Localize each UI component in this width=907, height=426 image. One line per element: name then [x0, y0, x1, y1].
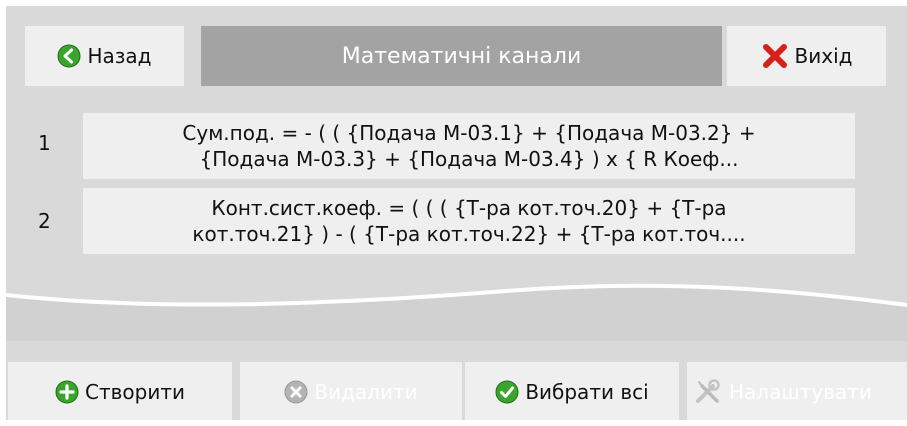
- channel-formula-line: кот.точ.21} ) - ( {Т-ра кот.точ.22} + {Т…: [192, 222, 746, 246]
- create-button-label: Створити: [85, 380, 185, 404]
- delete-button-label: Видалити: [314, 380, 418, 404]
- app-screen: Назад Математичні канали Вихід 1 Сум.под…: [6, 6, 907, 420]
- exit-button[interactable]: Вихід: [727, 26, 886, 86]
- page-title: Математичні канали: [201, 26, 722, 86]
- delete-button[interactable]: Видалити: [240, 362, 462, 420]
- back-button-label: Назад: [87, 44, 152, 68]
- row-number: 2: [38, 209, 51, 233]
- wave-divider: [6, 283, 907, 341]
- row-number: 1: [38, 131, 51, 155]
- delete-icon: [284, 380, 308, 404]
- select-all-button-label: Вибрати всі: [525, 380, 649, 404]
- math-channel-row[interactable]: Сум.под. = - ( ( {Подача М-03.1} + {Пода…: [83, 113, 855, 179]
- exit-button-label: Вихід: [794, 44, 853, 68]
- back-button[interactable]: Назад: [25, 26, 184, 86]
- create-button[interactable]: Створити: [8, 362, 232, 420]
- settings-button[interactable]: Налаштувати: [687, 362, 907, 420]
- back-arrow-icon: [57, 44, 81, 68]
- channel-formula-line: {Подача М-03.3} + {Подача М-03.4} ) x { …: [199, 147, 739, 171]
- channel-formula-line: Сум.под. = - ( ( {Подача М-03.1} + {Пода…: [182, 121, 756, 145]
- math-channel-row[interactable]: Конт.сист.коеф. = ( ( ( {Т-ра кот.точ.20…: [83, 188, 855, 254]
- checkmark-icon: [495, 380, 519, 404]
- close-icon: [761, 42, 789, 70]
- channel-formula-line: Конт.сист.коеф. = ( ( ( {Т-ра кот.точ.20…: [211, 196, 727, 220]
- plus-icon: [55, 380, 79, 404]
- select-all-button[interactable]: Вибрати всі: [465, 362, 679, 420]
- wrench-screwdriver-icon: [693, 378, 723, 406]
- settings-button-label: Налаштувати: [729, 380, 872, 404]
